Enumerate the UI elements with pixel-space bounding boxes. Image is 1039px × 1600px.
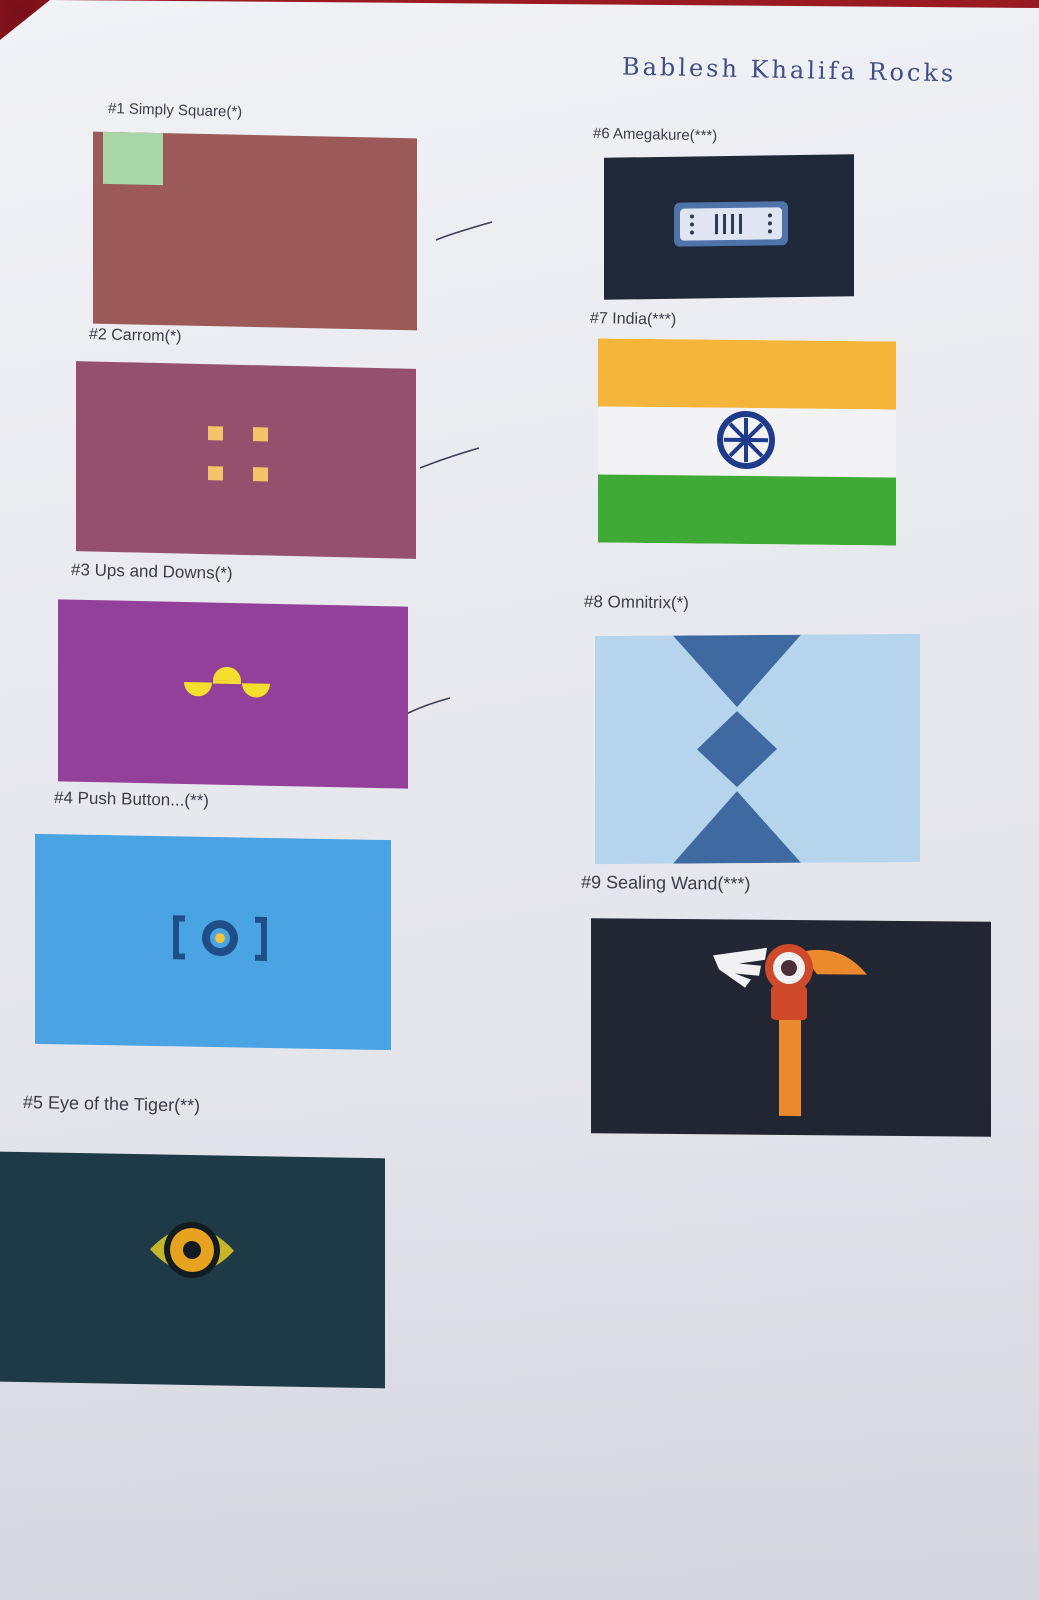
flag-6-label: #6 Amegakure(***) — [592, 125, 718, 145]
sealing-wand-emblem — [713, 943, 867, 1117]
flag-2-label: #2 Carrom(*) — [88, 326, 182, 346]
flag-8-label: #8 Omnitrix(*) — [583, 592, 689, 613]
tick-mark — [435, 221, 493, 241]
flag-sealing-wand — [591, 918, 991, 1137]
ups-and-downs-emblem — [184, 666, 270, 698]
flag-amegakure — [604, 154, 854, 300]
flag-india — [598, 338, 896, 546]
flag-ups-and-downs — [58, 599, 408, 789]
tick-mark — [419, 447, 480, 469]
carrom-dot — [208, 466, 223, 481]
ashoka-chakra-icon — [717, 410, 775, 469]
flag-9-label: #9 Sealing Wand(***) — [580, 872, 751, 894]
flag-carrom — [76, 361, 416, 559]
carrom-dot — [208, 426, 223, 441]
flag-eye-of-the-tiger — [0, 1151, 385, 1389]
omnitrix-emblem — [673, 634, 801, 864]
tiger-eye-emblem — [150, 1221, 234, 1278]
amegakure-emblem — [674, 201, 788, 247]
flag-simply-square — [93, 131, 417, 331]
carrom-dot — [253, 427, 268, 442]
push-button-emblem — [173, 915, 267, 961]
flag-7-label: #7 India(***) — [589, 310, 677, 329]
flag-push-button — [35, 833, 391, 1051]
flag-omnitrix — [595, 633, 920, 865]
flag-3-label: #3 Ups and Downs(*) — [70, 560, 233, 583]
flag-5-label: #5 Eye of the Tiger(**) — [22, 1092, 201, 1116]
green-corner-square — [103, 131, 163, 186]
flag-4-label: #4 Push Button...(**) — [53, 788, 210, 811]
tick-mark — [405, 697, 451, 715]
carrom-dot — [253, 467, 268, 482]
